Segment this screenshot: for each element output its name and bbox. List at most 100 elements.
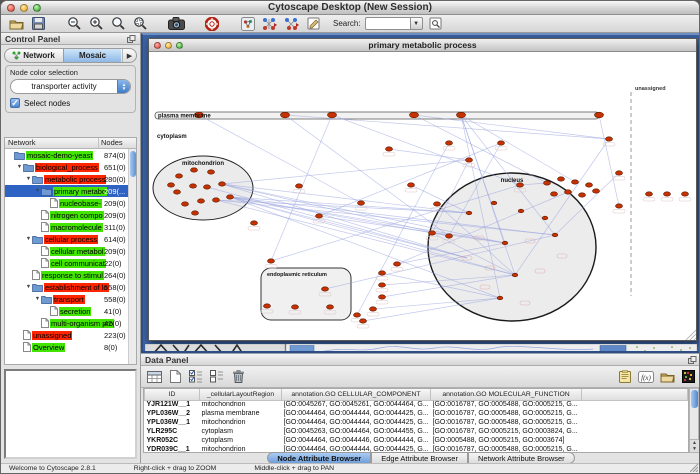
- graph-node[interactable]: [497, 296, 503, 300]
- tree-row-nitrogen-compo[interactable]: nitrogen compo209(0): [5, 209, 136, 221]
- graph-node[interactable]: [219, 182, 226, 186]
- window-resize-grip[interactable]: [690, 464, 698, 472]
- matrix-heatmap-icon[interactable]: [679, 369, 697, 385]
- attribute-notes-icon[interactable]: [616, 369, 634, 385]
- graph-node[interactable]: [251, 221, 258, 225]
- graph-node[interactable]: [572, 180, 579, 184]
- select-attributes-icon[interactable]: [187, 369, 205, 385]
- graph-node[interactable]: [446, 141, 453, 145]
- table-column-header[interactable]: annotation.GO CELLULAR_COMPONENT: [282, 389, 431, 400]
- graph-node[interactable]: [616, 171, 623, 175]
- tree-row-multi-organism-pro[interactable]: multi-organism pro42(0): [5, 317, 136, 329]
- graph-node[interactable]: [542, 216, 548, 220]
- canvas-resize-grip[interactable]: [686, 330, 696, 340]
- search-dropdown-arrow-icon[interactable]: ▼: [411, 17, 423, 30]
- formula-function-icon[interactable]: f(x): [637, 369, 655, 385]
- table-row[interactable]: YPL036W__2plasma membrane[GO:0044464, GO…: [145, 409, 688, 418]
- zoom-out-icon[interactable]: [65, 16, 83, 32]
- unselect-attributes-icon[interactable]: [208, 369, 226, 385]
- graph-node[interactable]: [379, 271, 386, 275]
- save-session-icon[interactable]: [29, 16, 47, 32]
- tree-scrollbar[interactable]: [128, 149, 136, 364]
- graph-node[interactable]: [386, 147, 393, 151]
- graph-node[interactable]: [227, 195, 234, 199]
- network-view-window[interactable]: primary metabolic process plasma membran…: [148, 38, 697, 341]
- graph-node[interactable]: [176, 174, 183, 178]
- graph-node[interactable]: [394, 262, 401, 266]
- tree-scrollbar-thumb[interactable]: [130, 151, 136, 177]
- graph-node[interactable]: [502, 241, 508, 245]
- graph-node[interactable]: [191, 168, 198, 172]
- graph-node[interactable]: [518, 209, 524, 213]
- import-attributes-folder-icon[interactable]: [658, 369, 676, 385]
- graph-node[interactable]: [190, 184, 197, 188]
- table-scrollbar[interactable]: ▲▼: [689, 388, 699, 453]
- layout-network-icon[interactable]: [261, 16, 279, 32]
- graph-node[interactable]: [586, 183, 593, 187]
- tree-expand-icon[interactable]: ▼: [25, 236, 32, 242]
- graph-node[interactable]: [593, 189, 600, 193]
- float-panel-icon[interactable]: [127, 35, 136, 43]
- table-column-header[interactable]: _cellularLayoutRegion: [200, 389, 282, 400]
- graph-node[interactable]: [264, 304, 271, 308]
- table-row[interactable]: YPL036W__1mitochondrion[GO:0044464, GO:0…: [145, 418, 688, 427]
- tree-row-overview[interactable]: Overview8(0): [5, 341, 136, 353]
- delete-attribute-trash-icon[interactable]: [229, 369, 247, 385]
- tree-row-mosaic-demo-yeast[interactable]: mosaic-demo-yeast874(0): [5, 149, 136, 161]
- graph-node[interactable]: [328, 112, 337, 118]
- table-scrollbar-thumb[interactable]: [691, 390, 698, 408]
- table-column-header[interactable]: ID: [145, 389, 200, 400]
- node-color-attribute-select[interactable]: transporter activity ▲▼: [10, 79, 131, 94]
- graph-node[interactable]: [551, 192, 558, 196]
- graph-node[interactable]: [174, 190, 181, 194]
- graph-node[interactable]: [292, 305, 299, 309]
- graph-node[interactable]: [491, 201, 497, 205]
- graph-node[interactable]: [379, 295, 386, 299]
- graph-node[interactable]: [552, 233, 558, 237]
- graph-node[interactable]: [558, 177, 565, 181]
- tree-row-response-to-stimul[interactable]: response to stimul264(0): [5, 269, 136, 281]
- snapshot-camera-icon[interactable]: [167, 16, 185, 32]
- graph-node[interactable]: [360, 319, 367, 323]
- graph-node[interactable]: [512, 273, 518, 277]
- graph-node[interactable]: [327, 305, 334, 309]
- tree-row-metabolic-process[interactable]: ▼metabolic process280(0): [5, 173, 136, 185]
- graph-node[interactable]: [410, 112, 419, 118]
- graph-node[interactable]: [316, 214, 323, 218]
- graph-node[interactable]: [595, 112, 604, 118]
- graph-node[interactable]: [498, 141, 505, 145]
- graph-node[interactable]: [268, 259, 275, 263]
- graph-node[interactable]: [446, 234, 453, 238]
- graph-node[interactable]: [466, 158, 473, 162]
- zoom-fit-icon[interactable]: [131, 16, 149, 32]
- graph-node[interactable]: [354, 313, 361, 317]
- graph-node[interactable]: [281, 112, 290, 118]
- float-data-panel-icon[interactable]: [688, 356, 697, 364]
- table-column-header[interactable]: annotation.GO MOLECULAR_FUNCTION: [431, 389, 582, 400]
- zoom-selected-region-icon[interactable]: [109, 16, 127, 32]
- tree-expand-icon[interactable]: ▼: [34, 188, 41, 194]
- graph-node[interactable]: [606, 137, 613, 141]
- tree-row-cellular-metabol[interactable]: cellular metabol209(0): [5, 245, 136, 257]
- graph-node[interactable]: [466, 211, 472, 215]
- tab-network[interactable]: Network: [5, 49, 62, 62]
- graph-node[interactable]: [579, 193, 586, 197]
- graph-node[interactable]: [544, 181, 551, 185]
- tree-row-establishment-of-lo[interactable]: ▼establishment of lo558(0): [5, 281, 136, 293]
- tab-mosaic[interactable]: Mosaic: [63, 49, 121, 62]
- graph-node[interactable]: [358, 201, 365, 205]
- graph-node[interactable]: [646, 192, 653, 196]
- graph-node[interactable]: [213, 198, 220, 202]
- tree-row-cell-communicat[interactable]: cell communicat22(0): [5, 257, 136, 269]
- network-canvas[interactable]: plasma membrane cytoplasm mitochondrion …: [149, 52, 696, 340]
- tree-row-cellular-process[interactable]: ▼cellular process614(0): [5, 233, 136, 245]
- search-input[interactable]: [365, 17, 411, 30]
- graph-node[interactable]: [192, 211, 199, 215]
- table-row[interactable]: YLR295Ccytoplasm[GO:0045263, GO:0044464,…: [145, 427, 688, 436]
- select-nodes-checkbox[interactable]: ✓: [10, 98, 20, 108]
- tree-row-transport[interactable]: ▼transport558(0): [5, 293, 136, 305]
- graph-node[interactable]: [208, 170, 215, 174]
- help-lifering-icon[interactable]: [203, 16, 221, 32]
- annotation-icon[interactable]: [305, 16, 323, 32]
- graph-node[interactable]: [408, 183, 415, 187]
